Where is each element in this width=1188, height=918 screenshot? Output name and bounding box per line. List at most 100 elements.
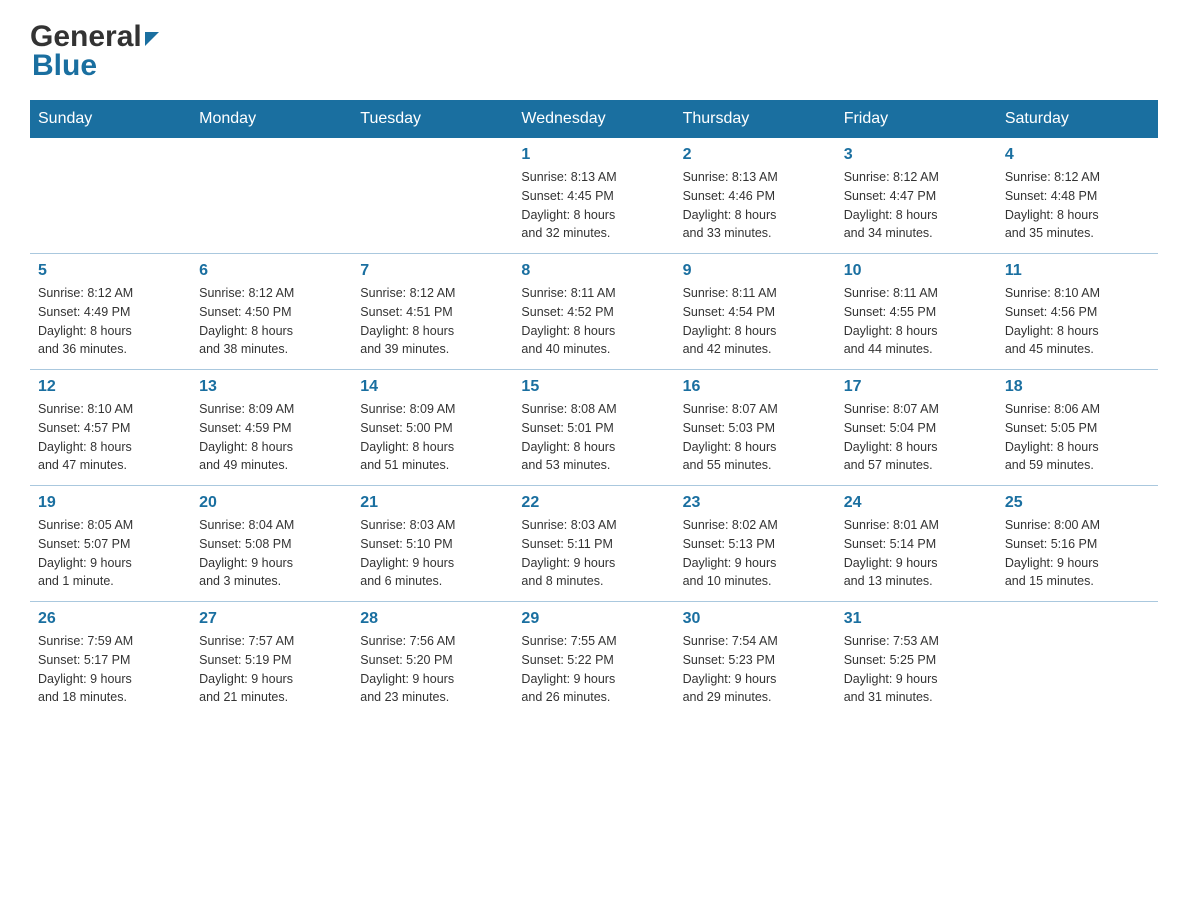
day-info: Sunrise: 8:06 AM Sunset: 5:05 PM Dayligh…	[1005, 400, 1150, 475]
weekday-header-row: SundayMondayTuesdayWednesdayThursdayFrid…	[30, 100, 1158, 138]
day-number: 28	[360, 610, 505, 628]
day-info: Sunrise: 8:12 AM Sunset: 4:50 PM Dayligh…	[199, 284, 344, 359]
logo-blue-text: Blue	[32, 49, 159, 82]
calendar-week-row: 1 Sunrise: 8:13 AM Sunset: 4:45 PM Daylig…	[30, 138, 1158, 254]
day-info: Sunrise: 8:07 AM Sunset: 5:03 PM Dayligh…	[683, 400, 828, 475]
calendar-cell: 2 Sunrise: 8:13 AM Sunset: 4:46 PM Daylig…	[675, 138, 836, 254]
day-info: Sunrise: 8:05 AM Sunset: 5:07 PM Dayligh…	[38, 516, 183, 591]
day-number: 20	[199, 494, 344, 512]
day-info: Sunrise: 7:53 AM Sunset: 5:25 PM Dayligh…	[844, 632, 989, 707]
day-info: Sunrise: 8:09 AM Sunset: 5:00 PM Dayligh…	[360, 400, 505, 475]
calendar-cell: 30 Sunrise: 7:54 AM Sunset: 5:23 PM Dayli…	[675, 602, 836, 718]
calendar-cell: 1 Sunrise: 8:13 AM Sunset: 4:45 PM Daylig…	[513, 138, 674, 254]
calendar-cell: 4 Sunrise: 8:12 AM Sunset: 4:48 PM Daylig…	[997, 138, 1158, 254]
day-info: Sunrise: 8:04 AM Sunset: 5:08 PM Dayligh…	[199, 516, 344, 591]
calendar-cell	[191, 138, 352, 254]
day-info: Sunrise: 8:10 AM Sunset: 4:56 PM Dayligh…	[1005, 284, 1150, 359]
day-number: 12	[38, 378, 183, 396]
day-info: Sunrise: 8:03 AM Sunset: 5:11 PM Dayligh…	[521, 516, 666, 591]
weekday-header-saturday: Saturday	[997, 100, 1158, 138]
calendar-cell: 3 Sunrise: 8:12 AM Sunset: 4:47 PM Daylig…	[836, 138, 997, 254]
calendar-cell: 23 Sunrise: 8:02 AM Sunset: 5:13 PM Dayli…	[675, 486, 836, 602]
calendar-cell	[352, 138, 513, 254]
calendar-cell: 22 Sunrise: 8:03 AM Sunset: 5:11 PM Dayli…	[513, 486, 674, 602]
calendar-cell: 13Sunrise: 8:09 AM Sunset: 4:59 PM Dayli…	[191, 370, 352, 486]
calendar-cell: 31 Sunrise: 7:53 AM Sunset: 5:25 PM Dayli…	[836, 602, 997, 718]
day-number: 6	[199, 262, 344, 280]
day-info: Sunrise: 8:11 AM Sunset: 4:52 PM Dayligh…	[521, 284, 666, 359]
calendar-cell: 29 Sunrise: 7:55 AM Sunset: 5:22 PM Dayli…	[513, 602, 674, 718]
day-info: Sunrise: 8:02 AM Sunset: 5:13 PM Dayligh…	[683, 516, 828, 591]
day-number: 3	[844, 146, 989, 164]
day-number: 5	[38, 262, 183, 280]
logo-triangle-icon	[145, 32, 159, 46]
calendar-week-row: 12Sunrise: 8:10 AM Sunset: 4:57 PM Dayli…	[30, 370, 1158, 486]
calendar-cell: 28 Sunrise: 7:56 AM Sunset: 5:20 PM Dayli…	[352, 602, 513, 718]
day-number: 29	[521, 610, 666, 628]
weekday-header-friday: Friday	[836, 100, 997, 138]
day-number: 26	[38, 610, 183, 628]
calendar-cell: 7Sunrise: 8:12 AM Sunset: 4:51 PM Daylig…	[352, 254, 513, 370]
day-info: Sunrise: 8:13 AM Sunset: 4:46 PM Dayligh…	[683, 168, 828, 243]
day-number: 22	[521, 494, 666, 512]
day-number: 23	[683, 494, 828, 512]
day-info: Sunrise: 8:00 AM Sunset: 5:16 PM Dayligh…	[1005, 516, 1150, 591]
calendar-week-row: 19Sunrise: 8:05 AM Sunset: 5:07 PM Dayli…	[30, 486, 1158, 602]
calendar-cell: 15 Sunrise: 8:08 AM Sunset: 5:01 PM Dayli…	[513, 370, 674, 486]
day-number: 25	[1005, 494, 1150, 512]
day-number: 9	[683, 262, 828, 280]
day-info: Sunrise: 7:55 AM Sunset: 5:22 PM Dayligh…	[521, 632, 666, 707]
day-number: 18	[1005, 378, 1150, 396]
day-number: 16	[683, 378, 828, 396]
calendar-cell: 8Sunrise: 8:11 AM Sunset: 4:52 PM Daylig…	[513, 254, 674, 370]
day-info: Sunrise: 8:12 AM Sunset: 4:48 PM Dayligh…	[1005, 168, 1150, 243]
calendar-cell: 14 Sunrise: 8:09 AM Sunset: 5:00 PM Dayli…	[352, 370, 513, 486]
calendar-cell: 17Sunrise: 8:07 AM Sunset: 5:04 PM Dayli…	[836, 370, 997, 486]
day-number: 7	[360, 262, 505, 280]
day-info: Sunrise: 8:07 AM Sunset: 5:04 PM Dayligh…	[844, 400, 989, 475]
calendar-cell: 27 Sunrise: 7:57 AM Sunset: 5:19 PM Dayli…	[191, 602, 352, 718]
day-info: Sunrise: 8:08 AM Sunset: 5:01 PM Dayligh…	[521, 400, 666, 475]
logo: General Blue	[30, 20, 159, 82]
day-info: Sunrise: 8:12 AM Sunset: 4:47 PM Dayligh…	[844, 168, 989, 243]
calendar-table: SundayMondayTuesdayWednesdayThursdayFrid…	[30, 100, 1158, 717]
day-number: 2	[683, 146, 828, 164]
day-info: Sunrise: 7:54 AM Sunset: 5:23 PM Dayligh…	[683, 632, 828, 707]
day-info: Sunrise: 8:11 AM Sunset: 4:55 PM Dayligh…	[844, 284, 989, 359]
day-number: 27	[199, 610, 344, 628]
day-number: 13	[199, 378, 344, 396]
calendar-cell: 24Sunrise: 8:01 AM Sunset: 5:14 PM Dayli…	[836, 486, 997, 602]
day-info: Sunrise: 8:01 AM Sunset: 5:14 PM Dayligh…	[844, 516, 989, 591]
calendar-cell: 16 Sunrise: 8:07 AM Sunset: 5:03 PM Dayli…	[675, 370, 836, 486]
calendar-cell: 11Sunrise: 8:10 AM Sunset: 4:56 PM Dayli…	[997, 254, 1158, 370]
day-info: Sunrise: 8:03 AM Sunset: 5:10 PM Dayligh…	[360, 516, 505, 591]
calendar-cell: 19Sunrise: 8:05 AM Sunset: 5:07 PM Dayli…	[30, 486, 191, 602]
day-number: 14	[360, 378, 505, 396]
weekday-header-tuesday: Tuesday	[352, 100, 513, 138]
day-number: 10	[844, 262, 989, 280]
calendar-week-row: 5Sunrise: 8:12 AM Sunset: 4:49 PM Daylig…	[30, 254, 1158, 370]
calendar-cell: 25 Sunrise: 8:00 AM Sunset: 5:16 PM Dayli…	[997, 486, 1158, 602]
day-number: 4	[1005, 146, 1150, 164]
day-number: 15	[521, 378, 666, 396]
day-info: Sunrise: 7:57 AM Sunset: 5:19 PM Dayligh…	[199, 632, 344, 707]
calendar-week-row: 26 Sunrise: 7:59 AM Sunset: 5:17 PM Dayli…	[30, 602, 1158, 718]
calendar-cell: 5Sunrise: 8:12 AM Sunset: 4:49 PM Daylig…	[30, 254, 191, 370]
calendar-cell	[30, 138, 191, 254]
weekday-header-sunday: Sunday	[30, 100, 191, 138]
day-number: 1	[521, 146, 666, 164]
day-info: Sunrise: 7:59 AM Sunset: 5:17 PM Dayligh…	[38, 632, 183, 707]
calendar-cell: 9 Sunrise: 8:11 AM Sunset: 4:54 PM Daylig…	[675, 254, 836, 370]
day-number: 21	[360, 494, 505, 512]
day-number: 31	[844, 610, 989, 628]
calendar-cell: 20 Sunrise: 8:04 AM Sunset: 5:08 PM Dayli…	[191, 486, 352, 602]
calendar-cell: 26 Sunrise: 7:59 AM Sunset: 5:17 PM Dayli…	[30, 602, 191, 718]
logo-text: General Blue	[30, 20, 159, 82]
day-info: Sunrise: 8:13 AM Sunset: 4:45 PM Dayligh…	[521, 168, 666, 243]
calendar-cell: 12Sunrise: 8:10 AM Sunset: 4:57 PM Dayli…	[30, 370, 191, 486]
day-info: Sunrise: 8:11 AM Sunset: 4:54 PM Dayligh…	[683, 284, 828, 359]
day-number: 30	[683, 610, 828, 628]
day-info: Sunrise: 7:56 AM Sunset: 5:20 PM Dayligh…	[360, 632, 505, 707]
weekday-header-wednesday: Wednesday	[513, 100, 674, 138]
calendar-cell: 18 Sunrise: 8:06 AM Sunset: 5:05 PM Dayli…	[997, 370, 1158, 486]
